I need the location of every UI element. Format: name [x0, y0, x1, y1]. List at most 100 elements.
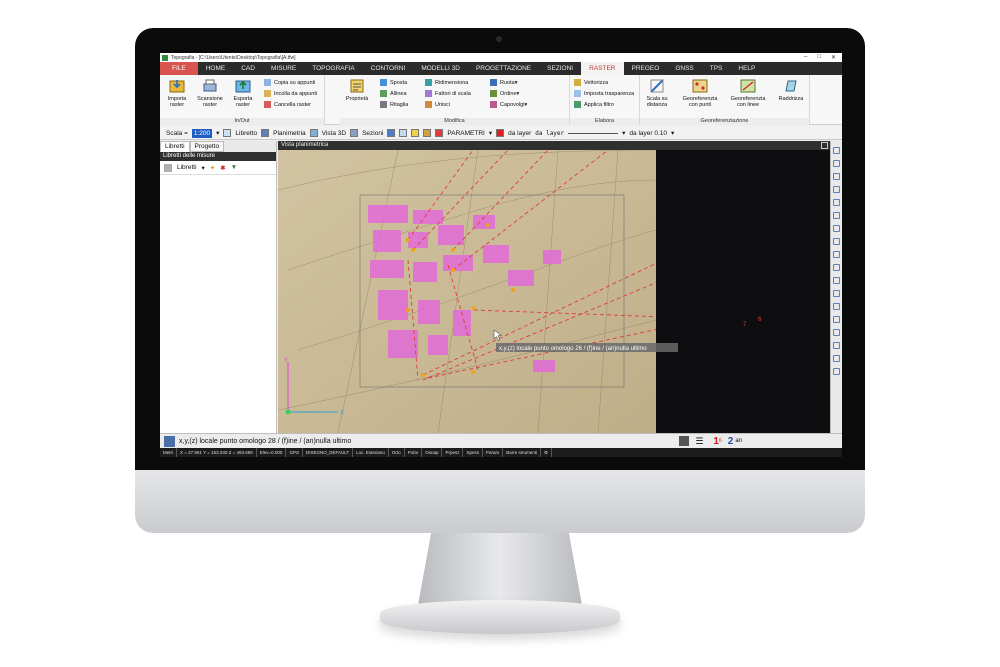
planimetria-button[interactable]: Planimetria [273, 130, 306, 137]
tab-modelli-3d[interactable]: MODELLI 3D [413, 62, 468, 75]
tab-raster[interactable]: RASTER [581, 62, 624, 75]
tool-icon-8[interactable] [833, 238, 840, 245]
libretto-button[interactable]: Libretto [235, 130, 257, 137]
lock-icon[interactable] [423, 129, 432, 137]
status-param[interactable]: Param [483, 448, 504, 457]
tool-icon-17[interactable] [833, 355, 840, 362]
vista-3d-button[interactable]: Vista 3D [322, 130, 346, 137]
status-prpesz[interactable]: Prpesz [442, 448, 464, 457]
settings-icon[interactable]: ⚙ [541, 448, 553, 457]
ritaglia-button[interactable]: Ritaglia [380, 101, 408, 108]
scala-distanza-button[interactable]: Scala su distanza [640, 78, 674, 108]
tab-contorni[interactable]: CONTORNI [363, 62, 414, 75]
tab-home[interactable]: HOME [198, 62, 234, 75]
tab-progettazione[interactable]: PROGETTAZIONE [468, 62, 539, 75]
tool-icon-1[interactable] [833, 147, 840, 154]
tool-icon-14[interactable] [833, 316, 840, 323]
fattori-scala-button[interactable]: Fattori di scala [425, 90, 471, 97]
imposta-trasparenza-button[interactable]: Imposta trasparenza [574, 90, 634, 97]
status-orto[interactable]: Orto [389, 448, 405, 457]
tab-libretti[interactable]: Libretti [160, 141, 190, 152]
tab-sezioni[interactable]: SEZIONI [539, 62, 581, 75]
tripod-icon[interactable]: ▼ [231, 164, 237, 171]
esporta-raster-button[interactable]: Esporta raster [226, 78, 260, 108]
ruota-button[interactable]: Ruota ▾ [490, 79, 517, 86]
tool-icon-16[interactable] [833, 342, 840, 349]
status-osnap[interactable]: Osnap [422, 448, 443, 457]
layers-icon[interactable] [399, 129, 408, 137]
tool-icon-6[interactable] [833, 212, 840, 219]
tool-icon-7[interactable] [833, 225, 840, 232]
status-gps[interactable]: GPS [286, 448, 303, 457]
close-icon[interactable]: ✕ [831, 54, 836, 61]
minimize-icon[interactable]: – [804, 54, 807, 61]
tool-icon-15[interactable] [833, 329, 840, 336]
georeferenzia-punti-button[interactable]: Georeferenzia con punti [678, 78, 722, 108]
tool-icon-2[interactable] [833, 160, 840, 167]
parametri-button[interactable]: PARAMETRI [447, 130, 484, 137]
tab-help[interactable]: HELP [730, 62, 763, 75]
plan-view-close-icon[interactable] [821, 142, 828, 149]
libretti-dropdown[interactable]: Libretti [177, 164, 197, 171]
scale-dropdown-icon[interactable]: ▾ [216, 129, 219, 137]
status-loc[interactable]: Loc. Esteriano [353, 448, 389, 457]
cancella-raster-button[interactable]: Cancella raster [264, 101, 311, 108]
ordine-button[interactable]: Ordine ▾ [490, 90, 519, 97]
tool-icon-13[interactable] [833, 303, 840, 310]
applica-filtro-button[interactable]: Applica filtro [574, 101, 614, 108]
copia-appunti-button[interactable]: Copia su appunti [264, 79, 315, 86]
status-barre-strumenti[interactable]: Barre strumenti [503, 448, 542, 457]
layout-icon[interactable] [387, 129, 396, 137]
option-2[interactable]: 2 [728, 436, 734, 447]
status-drawing[interactable]: DISEGNO_DEFAULT [303, 448, 354, 457]
color-layer-select[interactable]: da layer [508, 130, 531, 137]
tool-icon-11[interactable] [833, 277, 840, 284]
tab-pregeo[interactable]: PREGEO [624, 62, 668, 75]
lineweight-dropdown-icon[interactable]: ▾ [671, 129, 674, 137]
georeferenzia-linee-button[interactable]: Georeferenzia con linee [726, 78, 770, 108]
tab-cad[interactable]: CAD [233, 62, 263, 75]
vettorizza-button[interactable]: Vettorizza [574, 79, 608, 86]
tab-misure[interactable]: MISURE [263, 62, 304, 75]
lineweight-select[interactable]: da layer 0.10 [629, 130, 667, 137]
ridimensiona-button[interactable]: Ridimensiona [425, 79, 468, 86]
tool-icon-4[interactable] [833, 186, 840, 193]
antenna-icon[interactable]: ✱ [220, 164, 225, 172]
color-swatch[interactable] [496, 129, 505, 137]
tool-icon-5[interactable] [833, 199, 840, 206]
sezioni-button[interactable]: Sezioni [362, 130, 383, 137]
allinea-button[interactable]: Allinea [380, 90, 407, 97]
tool-icon-3[interactable] [833, 173, 840, 180]
maximize-icon[interactable]: □ [817, 54, 821, 61]
tab-topografia[interactable]: TOPOGRAFIA [304, 62, 363, 75]
tab-file[interactable]: FILE [160, 62, 198, 75]
linetype-dropdown-icon[interactable]: ▾ [622, 129, 625, 137]
grid-toggle-icon[interactable] [679, 436, 690, 446]
unisci-button[interactable]: Unisci [425, 101, 450, 108]
parametri-dropdown-icon[interactable]: ▾ [489, 129, 492, 137]
scansione-raster-button[interactable]: Scansione raster [193, 78, 227, 108]
tool-icon-12[interactable] [833, 290, 840, 297]
capovolgi-button[interactable]: Capovolgi ▾ [490, 101, 527, 108]
tool-icon-18[interactable] [833, 368, 840, 375]
raddrizza-button[interactable]: Raddrizza [774, 78, 808, 102]
tool-icon-10[interactable] [833, 264, 840, 271]
status-spess[interactable]: Spess [463, 448, 483, 457]
scale-input[interactable]: 1:200 [191, 128, 213, 138]
incolla-appunti-button[interactable]: Incolla da appunti [264, 90, 317, 97]
tab-tps[interactable]: TPS [702, 62, 731, 75]
linetype-layer-select[interactable]: da layer [535, 130, 564, 137]
proprieta-button[interactable]: Proprietà [340, 78, 374, 102]
importa-raster-button[interactable]: Importa raster [160, 78, 194, 108]
tool-icon-9[interactable] [833, 251, 840, 258]
bulb-icon[interactable] [411, 129, 420, 137]
tab-progetto[interactable]: Progetto [189, 141, 225, 152]
command-prompt[interactable]: x,y,(z) locale punto omologo 28 / (f)ine… [179, 438, 679, 445]
libretti-dropdown-icon[interactable]: ▾ [202, 164, 205, 172]
map-canvas[interactable]: 7 6 x,y,(z) locale punto omologo 26 / (f… [278, 150, 830, 433]
sposta-button[interactable]: Sposta [380, 79, 407, 86]
status-polar[interactable]: Polar [405, 448, 423, 457]
bulb-tool-icon[interactable]: ✦ [210, 164, 215, 172]
tab-gnss[interactable]: GNSS [667, 62, 701, 75]
list-icon[interactable]: ☰ [695, 436, 703, 447]
